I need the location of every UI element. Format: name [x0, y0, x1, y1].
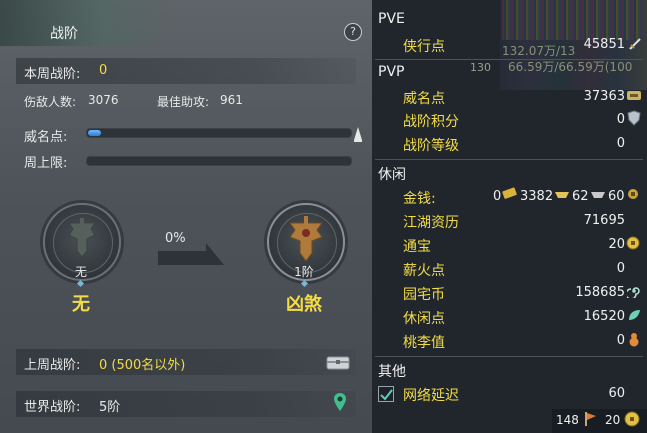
prestige-progress-bar — [86, 128, 352, 138]
leisure-item-name-0: 江湖资历 — [403, 215, 459, 231]
bronze-banner-icon — [289, 216, 323, 262]
week-cap-progress-bar — [86, 156, 352, 166]
shield-icon — [627, 110, 641, 126]
money-value-1: 3382 — [520, 189, 554, 204]
leisure-item-value-2: 0 — [616, 261, 625, 276]
pvp-rank-panel: 战阶 ? 本周战阶: 0 伤敌人数: 3076 最佳助攻: 961 威名点: 周… — [0, 0, 372, 433]
leisure-item-name-1: 通宝 — [403, 239, 431, 255]
leisure-item-value-3: 158685 — [575, 285, 625, 300]
leisure-item-value-1: 20 — [608, 237, 625, 252]
checkmark-icon — [380, 389, 393, 401]
silver-ingot-icon — [555, 192, 569, 198]
copper-ingot-icon — [591, 192, 605, 198]
kills-value: 3076 — [88, 93, 119, 107]
copper-coin-icon — [628, 189, 638, 199]
current-rank-level: 无 — [74, 265, 87, 279]
progress-arrow-icon — [158, 243, 224, 265]
panel-title: 战阶 — [50, 26, 78, 42]
game-mp-text: 66.59万/66.59万(100 — [508, 60, 633, 74]
money-value-3: 60 — [608, 189, 625, 204]
network-latency-checkbox[interactable] — [378, 386, 394, 402]
pve-item-name: 侠行点 — [403, 39, 445, 55]
world-rank-label: 世界战阶: — [24, 400, 81, 415]
week-rank-value: 0 — [99, 63, 108, 78]
leisure-item-name-4: 休闲点 — [403, 311, 445, 327]
pvp-item-name-2: 战阶等级 — [403, 138, 459, 154]
money-value-0: 0 — [493, 189, 502, 204]
leisure-item-value-4: 16520 — [583, 309, 625, 324]
spiral-icon — [627, 287, 640, 298]
leisure-item-name-2: 薪火点 — [403, 263, 445, 279]
reward-chest-icon[interactable] — [326, 355, 350, 371]
flag-icon — [585, 412, 596, 426]
leisure-item-name-5: 桃李值 — [403, 335, 445, 351]
pve-item-value: 45851 — [583, 37, 625, 52]
map-pin-icon[interactable] — [333, 392, 347, 412]
pvp-item-value-2: 0 — [616, 136, 625, 151]
world-rank-value: 5阶 — [99, 400, 121, 415]
bottom-count-a: 148 — [556, 413, 579, 427]
pvp-item-value-0: 37363 — [583, 89, 625, 104]
kills-label: 伤敌人数: — [24, 95, 77, 109]
cap-marker-icon — [354, 127, 362, 142]
leisure-item-name-3: 园宅币 — [403, 287, 445, 303]
gourd-icon — [629, 333, 639, 347]
next-rank-name: 凶煞 — [286, 294, 322, 315]
pvp-item-name-0: 威名点 — [403, 91, 445, 107]
week-rank-label: 本周战阶: — [24, 67, 81, 82]
other-header: 其他 — [378, 364, 406, 380]
money-label: 金钱: — [403, 191, 436, 207]
assists-label: 最佳助攻: — [157, 95, 210, 109]
assists-value: 961 — [220, 93, 243, 107]
other-item-name-0: 网络延迟 — [403, 388, 459, 404]
week-cap-label: 周上限: — [24, 156, 68, 171]
last-week-value: 0 (500名以外) — [99, 358, 186, 373]
pve-header: PVE — [378, 11, 405, 27]
game-level-text: 130 — [470, 61, 491, 74]
leisure-item-value-5: 0 — [616, 333, 625, 348]
prestige-progress-fill — [88, 130, 102, 136]
sword-icon — [629, 38, 641, 50]
next-rank-level: 1阶 — [294, 265, 314, 279]
coin-icon — [626, 236, 640, 250]
money-value-2: 62 — [572, 189, 589, 204]
prestige-label: 威名点: — [24, 130, 68, 145]
game-hp-text: 132.07万/13 — [502, 44, 576, 58]
title-brush-decoration — [0, 0, 170, 46]
bottom-count-b: 20 — [605, 413, 621, 427]
currency-tooltip-panel: 132.07万/13 66.59万/66.59万(100 130 PVE 侠行点… — [372, 0, 647, 433]
current-rank-name: 无 — [72, 294, 90, 315]
pvp-item-name-1: 战阶积分 — [403, 114, 459, 130]
last-week-label: 上周战阶: — [24, 358, 81, 373]
empty-banner-icon — [68, 218, 96, 258]
bottom-coin-icon — [624, 411, 640, 427]
pvp-header: PVP — [378, 64, 405, 80]
other-item-value-0: 60 — [608, 386, 625, 401]
pvp-item-value-1: 0 — [616, 112, 625, 127]
leisure-header: 休闲 — [378, 167, 406, 183]
banner-icon — [627, 91, 641, 100]
gold-ingot-icon — [502, 187, 517, 199]
leisure-item-value-0: 71695 — [583, 213, 625, 228]
help-button[interactable]: ? — [344, 23, 362, 41]
leaf-icon — [629, 310, 640, 320]
